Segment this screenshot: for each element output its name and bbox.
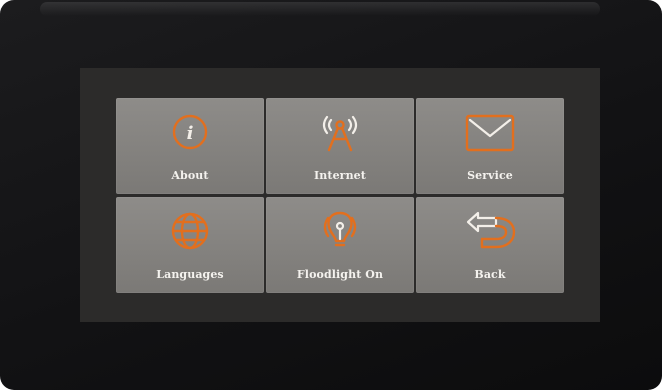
antenna-icon xyxy=(322,115,358,152)
about-button[interactable]: i About xyxy=(116,98,264,194)
floodlight-label: Floodlight On xyxy=(296,268,384,281)
internet-button[interactable]: Internet xyxy=(266,98,414,194)
device-bezel: i About Internet Service Languages Flood… xyxy=(0,0,662,390)
back-button[interactable]: Back xyxy=(416,197,564,293)
floodlight-button[interactable]: Floodlight On xyxy=(266,197,414,293)
svg-text:i: i xyxy=(187,123,194,144)
info-icon: i xyxy=(172,114,208,150)
globe-icon xyxy=(171,212,209,250)
service-button[interactable]: Service xyxy=(416,98,564,194)
internet-label: Internet xyxy=(314,169,366,182)
languages-button[interactable]: Languages xyxy=(116,197,264,293)
touch-screen: i About Internet Service Languages Flood… xyxy=(80,68,600,322)
back-arrow-icon xyxy=(466,211,516,249)
back-label: Back xyxy=(474,268,506,281)
floodlight-icon xyxy=(323,211,357,247)
about-label: About xyxy=(171,169,209,182)
service-label: Service xyxy=(467,169,513,182)
envelope-icon xyxy=(465,114,515,152)
languages-label: Languages xyxy=(156,268,224,281)
bezel-highlight xyxy=(40,2,600,16)
